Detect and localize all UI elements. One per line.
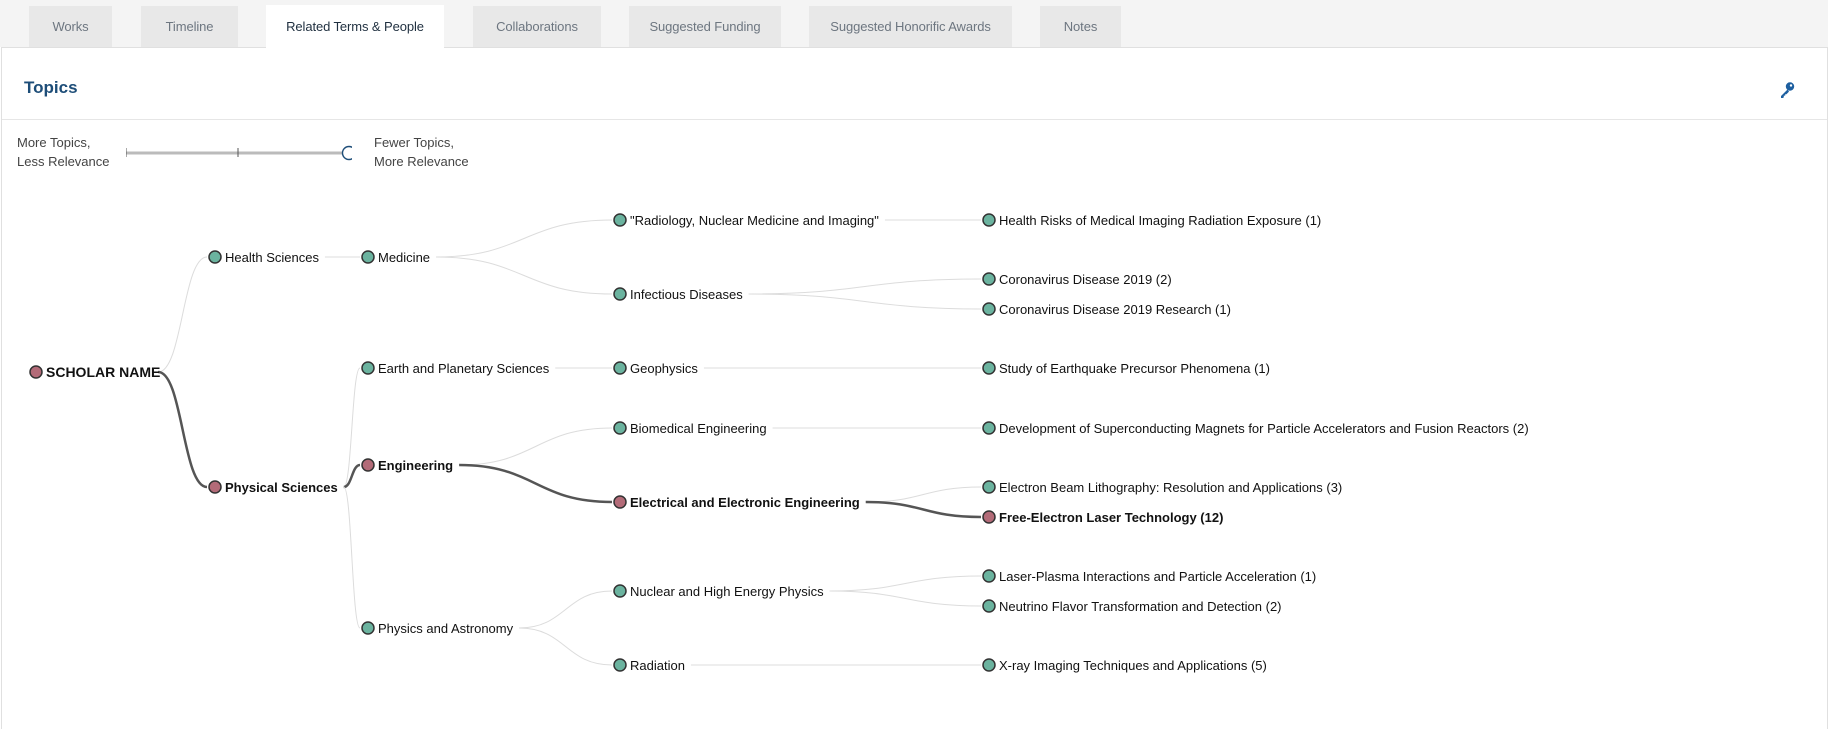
tree-node-circle[interactable]	[29, 365, 43, 379]
tree-link	[829, 590, 982, 607]
tree-node-label[interactable]: Coronavirus Disease 2019 Research (1)	[999, 302, 1231, 317]
tree-node[interactable]: Earth and Planetary Sciences	[361, 361, 550, 376]
tree-node-label[interactable]: Earth and Planetary Sciences	[378, 361, 550, 376]
tree-node[interactable]: Free-Electron Laser Technology (12)	[982, 510, 1223, 525]
tree-link	[158, 256, 208, 373]
tree-node-circle[interactable]	[361, 458, 375, 472]
tree-node[interactable]: Study of Earthquake Precursor Phenomena …	[982, 361, 1270, 376]
tree-node-label[interactable]: Physical Sciences	[225, 480, 338, 495]
tree-link	[519, 590, 613, 629]
tree-node-label[interactable]: Health Risks of Medical Imaging Radiatio…	[999, 213, 1321, 228]
tree-node[interactable]: Physical Sciences	[208, 480, 338, 495]
tree-link	[519, 627, 613, 666]
tree-node-label[interactable]: Coronavirus Disease 2019 (2)	[999, 272, 1172, 287]
tree-node[interactable]: Radiation	[613, 658, 685, 673]
tree-root-node[interactable]: SCHOLAR NAME	[29, 364, 160, 380]
tree-node[interactable]: Coronavirus Disease 2019 (2)	[982, 272, 1172, 287]
tree-node-label[interactable]: Laser-Plasma Interactions and Particle A…	[999, 569, 1316, 584]
tree-link	[343, 367, 361, 488]
tree-node-circle[interactable]	[613, 213, 627, 227]
tree-link	[459, 427, 613, 466]
tree-node-label[interactable]: X-ray Imaging Techniques and Application…	[999, 658, 1267, 673]
tree-node[interactable]: Physics and Astronomy	[361, 621, 514, 636]
tree-link	[748, 278, 982, 295]
tree-node-label[interactable]: Medicine	[378, 250, 430, 265]
tree-link	[829, 575, 982, 592]
tree-link	[865, 500, 982, 519]
tree-node-circle[interactable]	[613, 287, 627, 301]
tree-node-circle[interactable]	[613, 421, 627, 435]
tree-node-label[interactable]: SCHOLAR NAME	[46, 364, 160, 380]
tree-node[interactable]: Infectious Diseases	[613, 287, 743, 302]
tree-links	[157, 219, 982, 666]
tree-node-circle[interactable]	[208, 250, 222, 264]
tree-node-circle[interactable]	[982, 599, 996, 613]
tree-node-circle[interactable]	[613, 495, 627, 509]
tree-link	[157, 370, 208, 489]
tree-node-label[interactable]: Radiation	[630, 658, 685, 673]
tree-node[interactable]: Development of Superconducting Magnets f…	[982, 421, 1529, 436]
tree-link	[436, 219, 613, 258]
tree-link	[865, 486, 982, 503]
tree-node[interactable]: Electron Beam Lithography: Resolution an…	[982, 480, 1342, 495]
tree-link	[343, 486, 361, 629]
tree-node-label[interactable]: Free-Electron Laser Technology (12)	[999, 510, 1223, 525]
tree-node-label[interactable]: Development of Superconducting Magnets f…	[999, 421, 1529, 436]
tree-node[interactable]: Electrical and Electronic Engineering	[613, 495, 860, 510]
tree-node-circle[interactable]	[982, 272, 996, 286]
tree-node-circle[interactable]	[208, 480, 222, 494]
tree-node-circle[interactable]	[982, 510, 996, 524]
tree-node-label[interactable]: Neutrino Flavor Transformation and Detec…	[999, 599, 1282, 614]
tree-node-label[interactable]: Electrical and Electronic Engineering	[630, 495, 860, 510]
tree-node-circle[interactable]	[982, 361, 996, 375]
tree-node-label[interactable]: Study of Earthquake Precursor Phenomena …	[999, 361, 1270, 376]
tree-node-circle[interactable]	[613, 361, 627, 375]
tree-node[interactable]: Health Sciences	[208, 250, 319, 265]
tree-node[interactable]: Geophysics	[613, 361, 698, 376]
tab-related-terms-people[interactable]: Related Terms & People	[266, 5, 444, 48]
tree-node-label[interactable]: Geophysics	[630, 361, 698, 376]
tree-node-circle[interactable]	[982, 213, 996, 227]
tree-node-circle[interactable]	[361, 621, 375, 635]
topic-tree: SCHOLAR NAME Health Sciences Physical Scie…	[29, 213, 1529, 673]
tree-node-circle[interactable]	[982, 658, 996, 672]
tree-nodes: SCHOLAR NAME Health Sciences Physical Scie…	[29, 213, 1529, 673]
tree-link	[459, 463, 613, 504]
tree-node-circle[interactable]	[982, 569, 996, 583]
tree-node[interactable]: Engineering	[361, 458, 453, 473]
tree-node-label[interactable]: Health Sciences	[225, 250, 319, 265]
tree-node[interactable]: Health Risks of Medical Imaging Radiatio…	[982, 213, 1321, 228]
tree-node[interactable]: Nuclear and High Energy Physics	[613, 584, 824, 599]
tree-node-label[interactable]: Electron Beam Lithography: Resolution an…	[999, 480, 1342, 495]
tree-node[interactable]: "Radiology, Nuclear Medicine and Imaging…	[613, 213, 879, 228]
tree-node-circle[interactable]	[613, 584, 627, 598]
tree-node-circle[interactable]	[982, 302, 996, 316]
tree-node-circle[interactable]	[982, 480, 996, 494]
tree-node-label[interactable]: "Radiology, Nuclear Medicine and Imaging…	[630, 213, 879, 228]
tree-link	[436, 256, 613, 295]
tree-node-circle[interactable]	[982, 421, 996, 435]
tree-node[interactable]: Laser-Plasma Interactions and Particle A…	[982, 569, 1316, 584]
tree-node[interactable]: Medicine	[361, 250, 430, 265]
tree-node-circle[interactable]	[361, 250, 375, 264]
tree-node[interactable]: Neutrino Flavor Transformation and Detec…	[982, 599, 1282, 614]
tree-node-label[interactable]: Infectious Diseases	[630, 287, 743, 302]
tree-node-label[interactable]: Nuclear and High Energy Physics	[630, 584, 824, 599]
tree-node[interactable]: X-ray Imaging Techniques and Application…	[982, 658, 1267, 673]
tree-node[interactable]: Coronavirus Disease 2019 Research (1)	[982, 302, 1231, 317]
tree-node-label[interactable]: Biomedical Engineering	[630, 421, 767, 436]
tree-node-circle[interactable]	[613, 658, 627, 672]
tree-node-label[interactable]: Engineering	[378, 458, 453, 473]
tree-node[interactable]: Biomedical Engineering	[613, 421, 767, 436]
tree-link	[748, 293, 982, 310]
tree-node-label[interactable]: Physics and Astronomy	[378, 621, 514, 636]
tree-node-circle[interactable]	[361, 361, 375, 375]
